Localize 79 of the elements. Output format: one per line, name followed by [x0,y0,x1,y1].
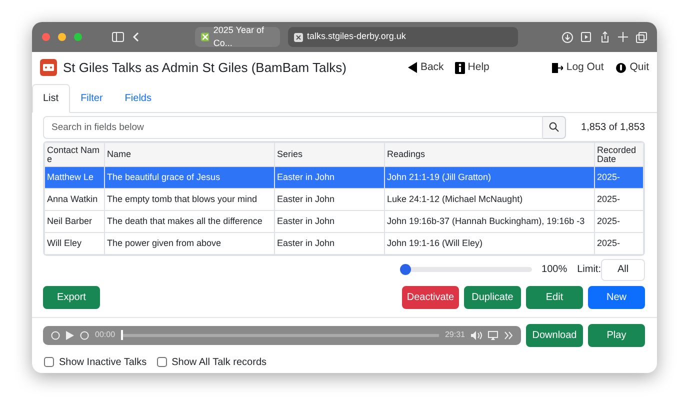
limit-field[interactable]: All [601,258,645,280]
nav-button[interactable]: Back [408,60,444,76]
checkbox[interactable] [156,357,167,367]
tab[interactable]: Filter [70,84,114,112]
table-row[interactable]: Anna Watkin The empty tomb that blows your mind Easter in John Luke 24:1-12 (Michael McNaught) 2025- [44,188,644,210]
table-cell: John 19:16b-37 (Hannah Buckingham), 19:16b -3 [384,210,594,232]
progress-handle[interactable] [121,330,124,340]
action-button[interactable]: Export [43,286,100,308]
close-icon [294,32,303,42]
column-header: Name [104,142,274,166]
audio-player[interactable]: 00:00 29:31 [43,326,521,344]
search-field[interactable]: Search in fields below [43,116,543,138]
app-title: St Giles Talks as Admin St Giles (BamBam Talks) [63,59,346,77]
nav-button[interactable]: Help [454,60,490,76]
action-button[interactable]: Edit [526,286,583,308]
player-button[interactable]: Download [526,324,583,346]
table-cell: Neil Barber [44,210,104,232]
player-button[interactable]: Play [588,324,645,346]
table-cell: Matthew Le [44,166,104,188]
share-icon[interactable] [600,31,610,43]
table-cell: Anna Watkin [44,188,104,210]
table-cell: 2025- [594,166,644,188]
table-cell: The beautiful grace of Jesus [104,166,274,188]
slider-thumb[interactable] [400,264,411,275]
browser-tab[interactable]: talks.stgiles-derby.org.uk [288,27,518,47]
nav-button[interactable]: Quit [614,60,650,76]
table-cell: 2025- [594,188,644,210]
table-cell: Will Eley [44,232,104,254]
table-cell: John 21:1-19 (Jill Gratton) [384,166,594,188]
column-header: Series [274,142,384,166]
table-cell: The death that makes all the difference [104,210,274,232]
chevrons-icon[interactable] [504,330,513,340]
table-cell: The power given from above [104,232,274,254]
action-button[interactable]: New [588,286,645,308]
column-header: Readings [384,142,594,166]
record-count: 1,853 of 1,853 [580,120,645,134]
plus-icon[interactable] [618,32,628,42]
elapsed-time: 00:00 [95,329,116,341]
table-cell: Luke 24:1-12 (Michael McNaught) [384,188,594,210]
table-cell: 2025- [594,210,644,232]
zoom-reading: 100% [542,263,568,277]
back-triangle-icon [408,62,418,74]
door-exit-icon [551,62,564,74]
checkbox-label: Show Inactive Talks [59,356,147,370]
table-row[interactable]: Matthew Le The beautiful grace of Jesus Easter in John John 21:1-19 (Jill Gratton) 2025- [44,166,644,188]
table-row[interactable]: Neil Barber The death that makes all the difference Easter in John John 19:16b-37 (Hannah Buckingham), 19:16b -3 2025- [44,210,644,232]
media-icon[interactable] [581,32,592,42]
download-icon[interactable] [562,32,573,42]
site-icon [201,32,210,42]
table-cell: Easter in John [274,210,384,232]
table-cell: 2025- [594,232,644,254]
table-cell: Easter in John [274,166,384,188]
action-button[interactable]: Deactivate [402,286,459,308]
power-icon [614,62,627,74]
tabs-icon[interactable] [636,32,647,42]
table-cell: Easter in John [274,188,384,210]
column-header: Contact Name [44,142,104,166]
nav-button[interactable]: Log Out [551,60,604,76]
duration-time: 29:31 [444,329,465,341]
limit-label: Limit: [577,263,601,277]
checkbox[interactable] [44,357,54,367]
app-logo-icon [40,59,57,76]
play-icon[interactable] [66,330,74,340]
info-icon [454,62,465,74]
airplay-icon[interactable] [488,330,498,340]
tab[interactable]: Fields [114,84,162,112]
volume-icon[interactable] [471,330,482,340]
action-button[interactable]: Duplicate [464,286,521,308]
table-row[interactable]: Will Eley The power given from above Easter in John John 19:1-16 (Will Eley) 2025- [44,232,644,254]
checkbox-label: Show All Talk records [172,356,266,370]
search-button[interactable] [542,116,566,138]
tab[interactable]: List [32,84,70,112]
column-header: Recorded Date [594,142,644,166]
sidebar-icon[interactable] [112,32,124,42]
browser-tab[interactable]: 2025 Year of Co... [195,27,280,47]
table-cell: Easter in John [274,232,384,254]
table-cell: The empty tomb that blows your mind [104,188,274,210]
search-icon [548,122,559,132]
table-cell: John 19:1-16 (Will Eley) [384,232,594,254]
